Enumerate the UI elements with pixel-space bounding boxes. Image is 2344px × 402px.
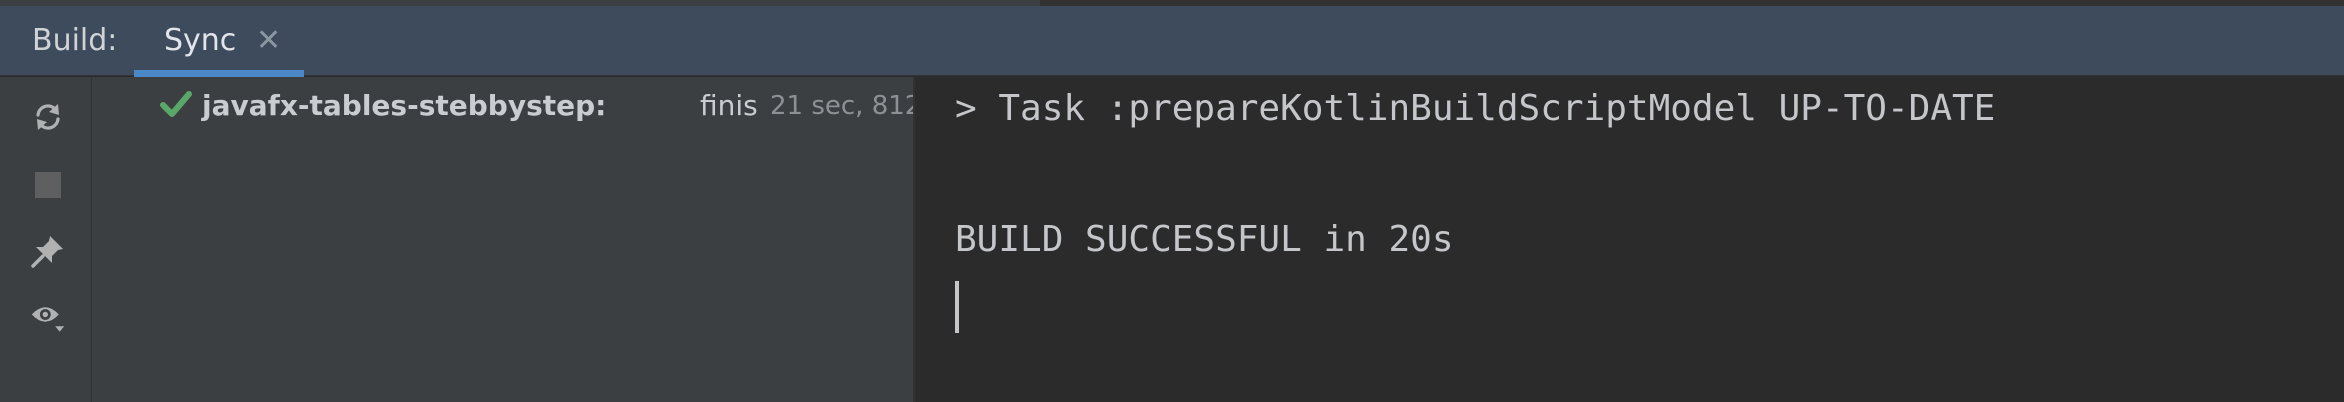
build-console-output[interactable]: > Task :prepareKotlinBuildScriptModel UP… [917, 77, 2344, 402]
refresh-icon [36, 104, 60, 130]
pin-icon [31, 236, 63, 268]
tree-row-duration: 21 sec, 812 ms [770, 91, 913, 121]
success-check-icon [160, 91, 192, 117]
build-toolbar [0, 77, 92, 402]
stop-button[interactable] [30, 167, 66, 203]
build-tree-panel: javafx-tables-stebbystep: finis 21 sec, … [92, 77, 915, 402]
console-line: > Task :prepareKotlinBuildScriptModel UP… [955, 88, 1996, 129]
tab-sync-label: Sync [164, 23, 237, 58]
refresh-button[interactable] [30, 99, 66, 135]
tree-row[interactable]: javafx-tables-stebbystep: finis 21 sec, … [160, 85, 913, 127]
stop-icon [35, 172, 61, 198]
close-icon[interactable]: ✕ [256, 6, 281, 76]
view-options-button[interactable] [30, 301, 66, 337]
tree-row-status: finis [700, 89, 758, 122]
tab-sync[interactable]: Sync ✕ [134, 6, 304, 77]
text-cursor [955, 281, 959, 333]
console-line: BUILD SUCCESSFUL in 20s [955, 219, 1454, 260]
eye-icon [31, 307, 65, 332]
build-label: Build: [32, 23, 118, 58]
pin-button[interactable] [30, 233, 66, 269]
tab-active-underline [134, 70, 304, 77]
build-tool-window-header: Build: Sync ✕ [0, 6, 2344, 77]
tree-row-project-name: javafx-tables-stebbystep: [202, 89, 607, 122]
